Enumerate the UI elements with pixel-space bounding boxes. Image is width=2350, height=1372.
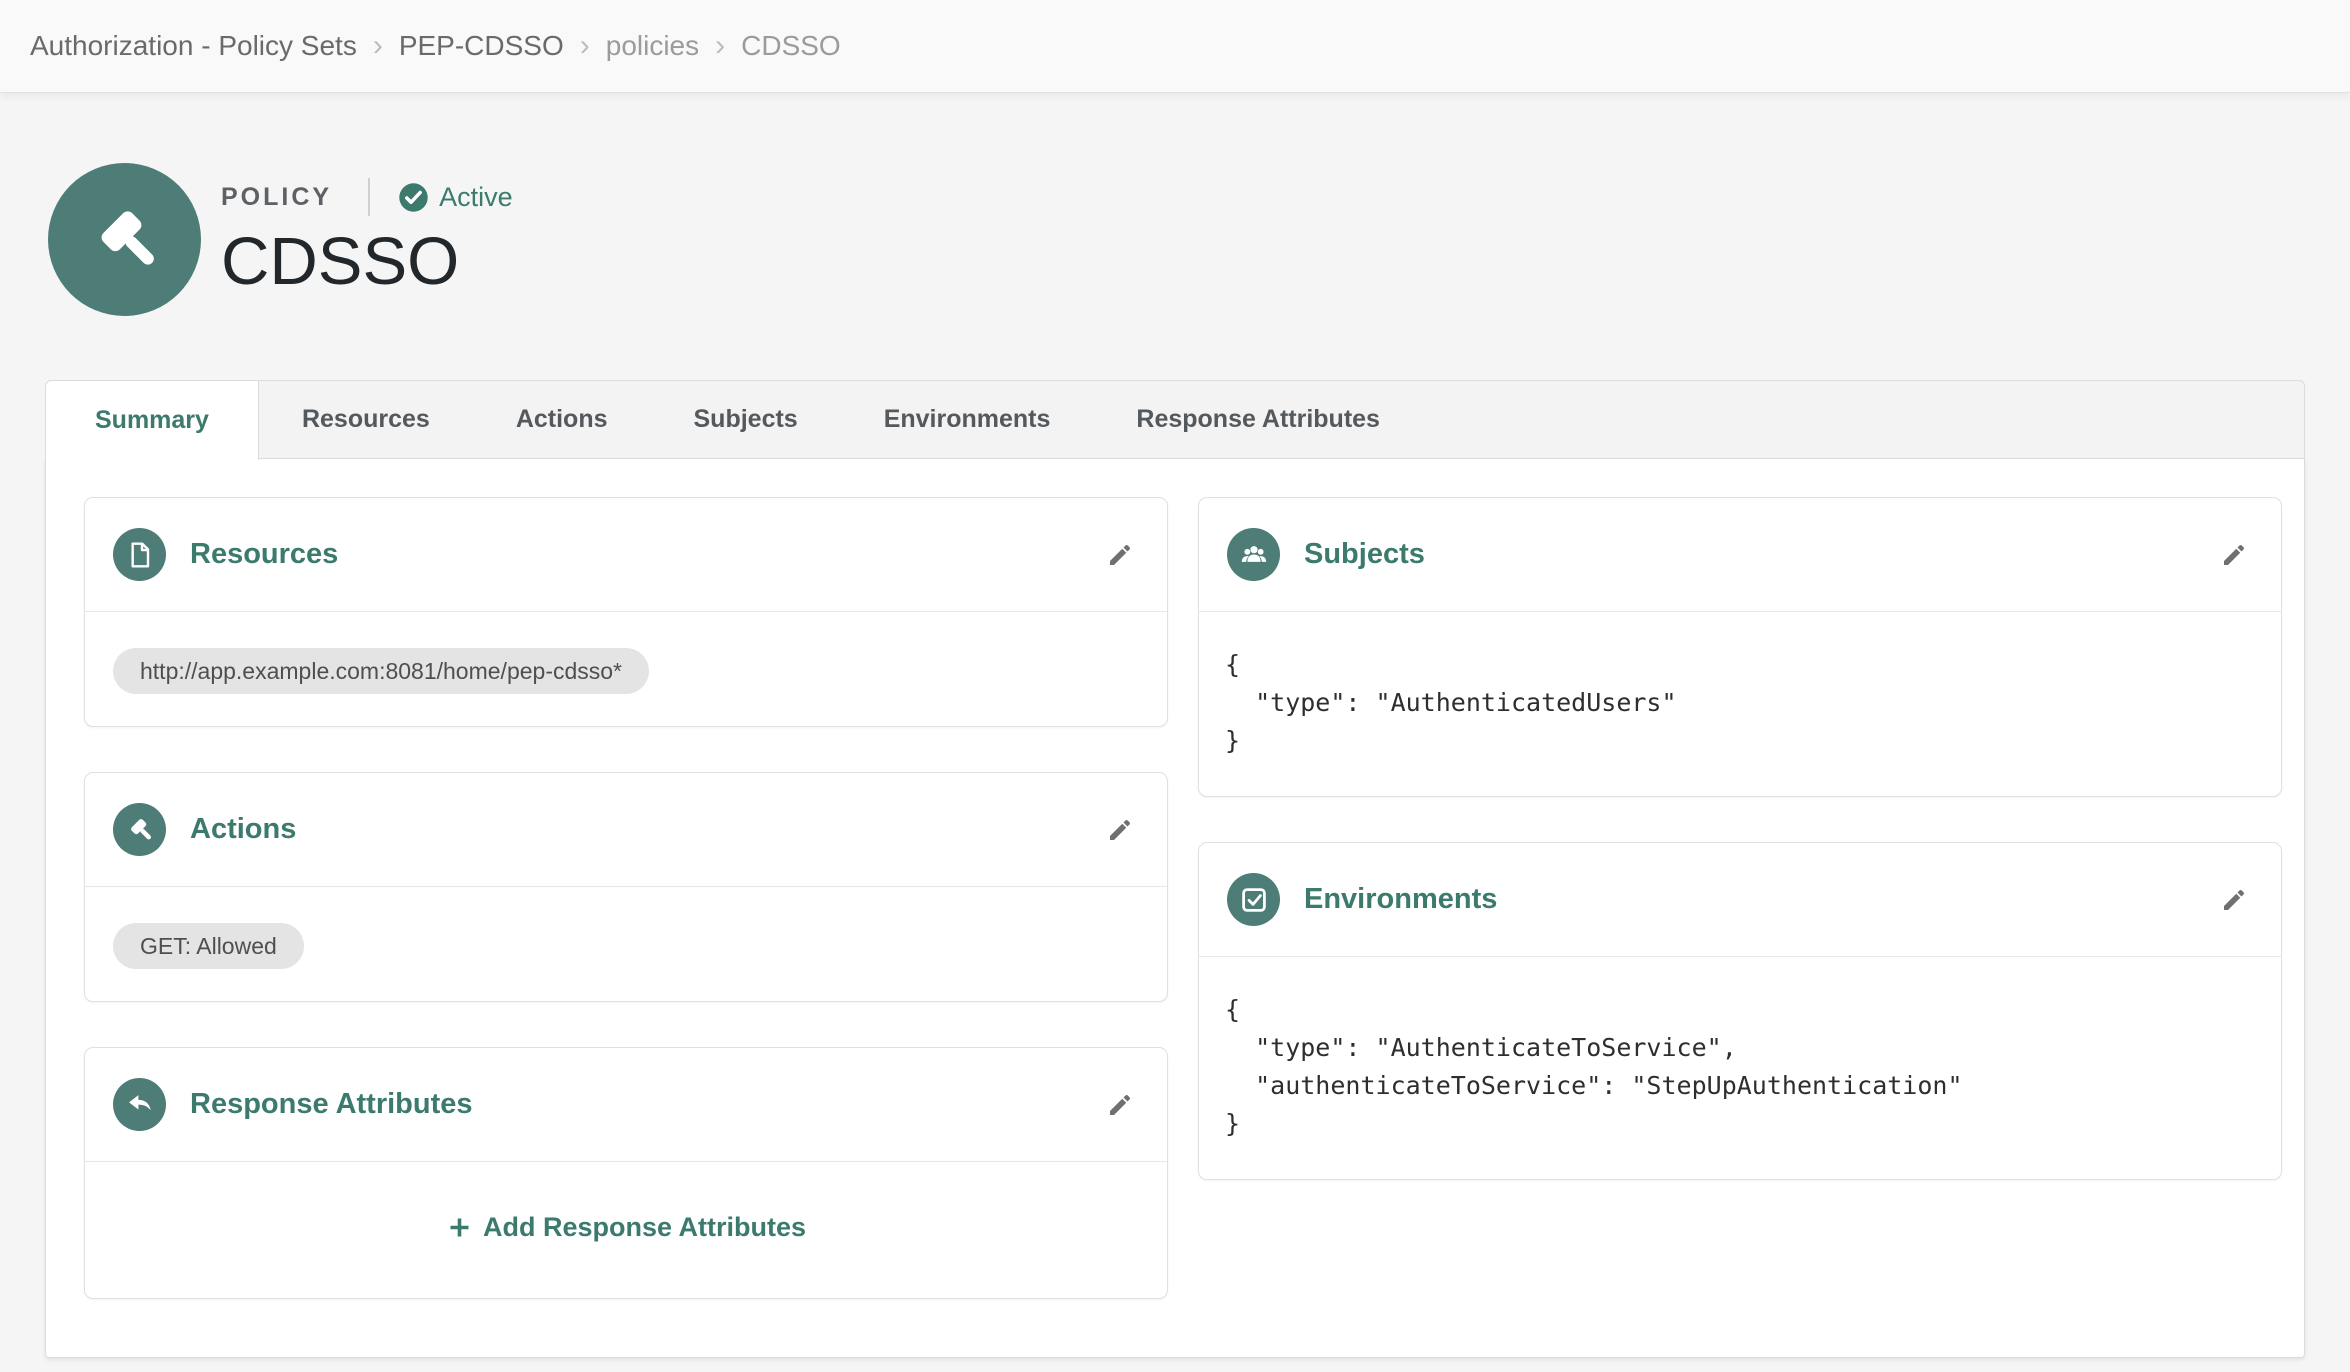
resource-pill: http://app.example.com:8081/home/pep-cds…: [113, 648, 649, 694]
chevron-right-icon: ›: [373, 29, 383, 63]
response-attributes-card-header: Response Attributes: [85, 1048, 1167, 1162]
left-column: Resources http://app.example.com:8081/ho…: [84, 497, 1168, 1299]
response-attributes-card-body: Add Response Attributes: [85, 1162, 1167, 1298]
users-icon: [1238, 539, 1270, 571]
tab-actions[interactable]: Actions: [473, 381, 651, 458]
resources-card-header: Resources: [85, 498, 1167, 612]
subjects-json: { "type": "AuthenticatedUsers" }: [1199, 612, 2281, 796]
pencil-icon: [2219, 885, 2249, 915]
tab-subjects[interactable]: Subjects: [651, 381, 841, 458]
resources-icon-circle: [113, 528, 166, 581]
subjects-card: Subjects { "type": "AuthenticatedUsers" …: [1198, 497, 2282, 797]
tab-summary[interactable]: Summary: [46, 381, 259, 460]
gavel-icon: [83, 198, 167, 282]
pencil-icon: [1105, 815, 1135, 845]
resources-card-title: Resources: [190, 538, 338, 571]
tab-environments[interactable]: Environments: [841, 381, 1094, 458]
resources-card: Resources http://app.example.com:8081/ho…: [84, 497, 1168, 727]
breadcrumb: Authorization - Policy Sets › PEP-CDSSO …: [0, 0, 2350, 93]
action-pill: GET: Allowed: [113, 923, 304, 969]
file-icon: [124, 539, 156, 571]
check-circle-icon: [398, 182, 429, 213]
breadcrumb-item-current: CDSSO: [741, 30, 841, 62]
add-response-attributes-button[interactable]: Add Response Attributes: [446, 1212, 806, 1243]
app-root: Authorization - Policy Sets › PEP-CDSSO …: [0, 0, 2350, 1358]
subjects-card-header: Subjects: [1199, 498, 2281, 612]
pencil-icon: [1105, 1090, 1135, 1120]
actions-card: Actions GET: Allowed: [84, 772, 1168, 1002]
pencil-icon: [1105, 540, 1135, 570]
resources-card-body: http://app.example.com:8081/home/pep-cds…: [85, 612, 1167, 726]
edit-actions-button[interactable]: [1101, 811, 1139, 849]
reply-arrow-icon: [124, 1089, 156, 1121]
status-badge: Active: [398, 182, 513, 213]
pencil-icon: [2219, 540, 2249, 570]
tab-response-attributes[interactable]: Response Attributes: [1093, 381, 1423, 458]
actions-icon-circle: [113, 803, 166, 856]
actions-card-title: Actions: [190, 813, 296, 846]
right-column: Subjects { "type": "AuthenticatedUsers" …: [1198, 497, 2282, 1180]
summary-panel: Resources http://app.example.com:8081/ho…: [45, 458, 2305, 1358]
environments-card-header: Environments: [1199, 843, 2281, 957]
tab-resources[interactable]: Resources: [259, 381, 473, 458]
chevron-right-icon: ›: [715, 29, 725, 63]
policy-type-label: POLICY: [221, 183, 332, 212]
policy-page: POLICY Active CDSSO: [0, 163, 2350, 1358]
environments-icon-circle: [1227, 873, 1280, 926]
check-square-icon: [1238, 884, 1270, 916]
subjects-icon-circle: [1227, 528, 1280, 581]
subjects-card-title: Subjects: [1304, 538, 1425, 571]
edit-response-attributes-button[interactable]: [1101, 1086, 1139, 1124]
divider: [368, 178, 370, 216]
edit-resources-button[interactable]: [1101, 536, 1139, 574]
chevron-right-icon: ›: [580, 29, 590, 63]
edit-subjects-button[interactable]: [2215, 536, 2253, 574]
add-response-attributes-label: Add Response Attributes: [483, 1212, 806, 1243]
response-attributes-icon-circle: [113, 1078, 166, 1131]
policy-meta: POLICY Active CDSSO: [221, 163, 513, 316]
response-attributes-card: Response Attributes: [84, 1047, 1168, 1299]
plus-icon: [446, 1214, 473, 1241]
environments-json: { "type": "AuthenticateToService", "auth…: [1199, 957, 2281, 1179]
policy-avatar: [48, 163, 201, 316]
actions-card-header: Actions: [85, 773, 1167, 887]
actions-card-body: GET: Allowed: [85, 887, 1167, 1001]
edit-environments-button[interactable]: [2215, 881, 2253, 919]
environments-card-title: Environments: [1304, 883, 1497, 916]
tab-bar: Summary Resources Actions Subjects Envir…: [45, 380, 2305, 458]
breadcrumb-item-policies[interactable]: policies: [606, 30, 699, 62]
breadcrumb-item-pep-cdsso[interactable]: PEP-CDSSO: [399, 30, 564, 62]
environments-card: Environments { "type": "AuthenticateToSe…: [1198, 842, 2282, 1180]
policy-header: POLICY Active CDSSO: [48, 163, 2305, 316]
status-text: Active: [439, 182, 513, 213]
breadcrumb-item-policy-sets[interactable]: Authorization - Policy Sets: [30, 30, 357, 62]
gavel-icon: [124, 814, 156, 846]
page-title: CDSSO: [221, 225, 513, 299]
response-attributes-card-title: Response Attributes: [190, 1088, 473, 1121]
